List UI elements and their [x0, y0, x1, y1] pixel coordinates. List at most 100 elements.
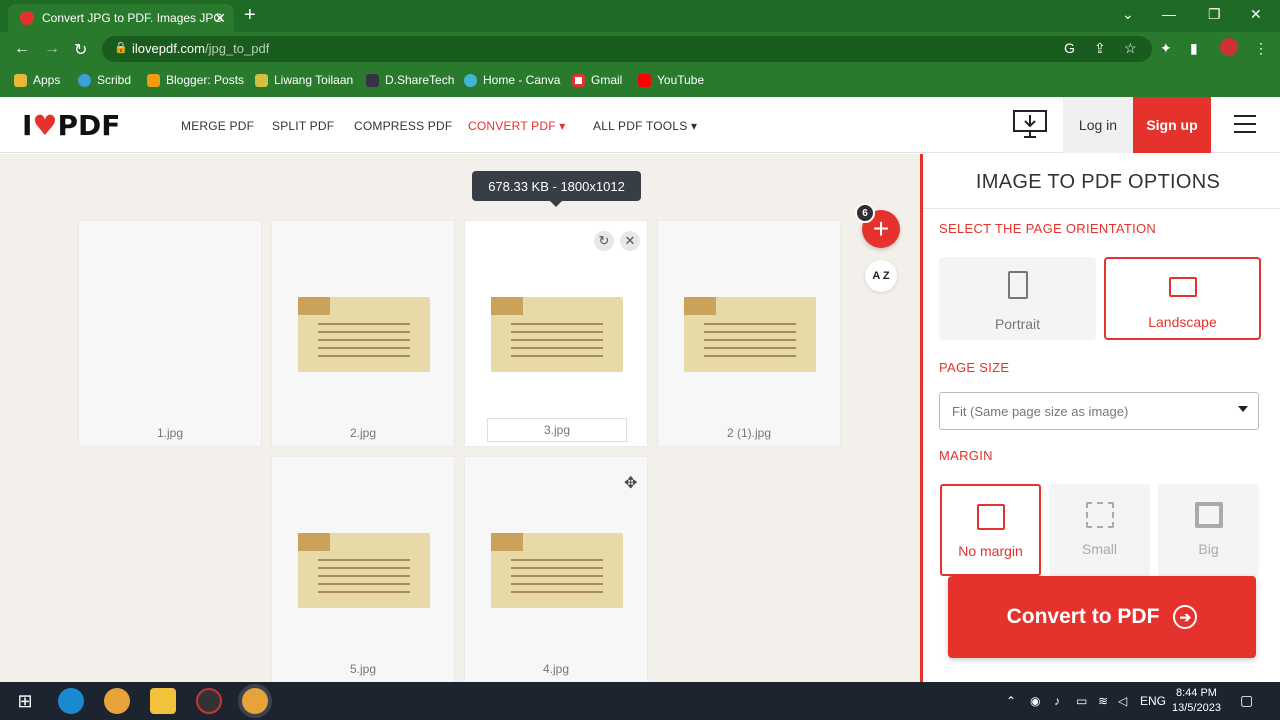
plus-icon: +: [872, 213, 890, 244]
extensions-icon[interactable]: ✦: [1160, 40, 1172, 57]
image-icon: [976, 504, 1005, 530]
back-icon[interactable]: ←: [14, 40, 30, 58]
system-clock[interactable]: 8:44 PM 13/5/2023: [1172, 686, 1221, 716]
window-close-icon[interactable]: ✕: [1250, 6, 1262, 23]
forward-icon[interactable]: →: [44, 40, 60, 58]
login-button[interactable]: Log in: [1063, 97, 1133, 153]
portrait-option[interactable]: Portrait: [939, 257, 1096, 340]
sort-az-icon: A Z: [872, 270, 890, 282]
title-divider: [923, 208, 1280, 209]
volume-icon[interactable]: ◁: [1118, 694, 1127, 708]
bookmark-star-icon[interactable]: ☆: [1124, 40, 1137, 57]
sort-az-button[interactable]: A Z: [865, 260, 897, 292]
landscape-option[interactable]: Landscape: [1104, 257, 1261, 340]
bookmark-canva[interactable]: Home - Canva: [464, 73, 560, 87]
windows-taskbar: ⊞ ⌃ ◉ ♪ ▭ ≋ ◁ ENG 8:44 PM 13/5/2023 ▢: [0, 682, 1280, 720]
pencil-icon: [255, 73, 268, 87]
bookmark-scribd[interactable]: Scribd: [78, 73, 131, 87]
ilovepdf-favicon-icon: [20, 11, 34, 25]
battery-icon[interactable]: ▭: [1076, 694, 1087, 708]
nav-convert-pdf[interactable]: CONVERT PDF ▾: [468, 119, 566, 133]
desktop-app-icon[interactable]: [1012, 109, 1048, 139]
tab-title: Convert JPG to PDF. Images JPG: [42, 11, 223, 25]
signup-button[interactable]: Sign up: [1133, 97, 1211, 153]
tab-search-icon[interactable]: ⌄: [1122, 6, 1134, 23]
notifications-icon[interactable]: ▢: [1240, 692, 1253, 709]
file-card[interactable]: 1.jpg: [78, 220, 1280, 447]
chrome-icon[interactable]: [104, 688, 130, 714]
file-name: 4.jpg: [542, 662, 570, 676]
bookmark-gmail[interactable]: Gmail: [572, 73, 622, 87]
url-path: /jpg_to_pdf: [204, 41, 270, 56]
margin-label: MARGIN: [939, 448, 993, 463]
move-cursor-icon: ✥: [624, 475, 638, 492]
side-panel-icon[interactable]: ▮: [1190, 40, 1198, 57]
minimize-icon[interactable]: —: [1162, 6, 1176, 22]
file-explorer-icon[interactable]: [150, 688, 176, 714]
bookmark-blogger[interactable]: Blogger: Posts: [147, 73, 244, 87]
nav-compress-pdf[interactable]: COMPRESS PDF: [354, 119, 452, 133]
bookmark-dsharetech[interactable]: D.ShareTech: [366, 73, 454, 87]
dropdown-arrow-icon: [1238, 406, 1248, 412]
youtube-icon: [638, 73, 651, 87]
mic-icon[interactable]: ♪: [1054, 694, 1060, 708]
hamburger-menu-icon[interactable]: [1234, 115, 1256, 133]
file-count-badge: 6: [855, 203, 875, 223]
camera-icon[interactable]: ◉: [1030, 694, 1040, 708]
nav-split-pdf[interactable]: SPLIT PDF: [272, 119, 334, 133]
bookmarks-bar: Apps Scribd Blogger: Posts Liwang Toilaa…: [0, 66, 1280, 97]
rotate-icon[interactable]: ↻: [594, 231, 614, 251]
file-card[interactable]: 2 (1).jpg: [657, 220, 841, 447]
file-name: 5.jpg: [349, 662, 377, 676]
file-workspace: 678.33 KB - 1800x1012 1.jpg 2.jpg ↻ ✕ 3.…: [0, 154, 1280, 682]
bookmark-apps[interactable]: Apps: [14, 73, 60, 87]
browser-tab[interactable]: Convert JPG to PDF. Images JPG ✕: [8, 4, 234, 32]
windows-start-icon[interactable]: ⊞: [12, 688, 38, 714]
new-tab-icon[interactable]: +: [244, 5, 256, 25]
canva-icon: [464, 73, 477, 87]
apps-grid-icon: [14, 73, 27, 87]
big-margin-icon: [1194, 502, 1223, 528]
menu-dots-icon[interactable]: ⋮: [1254, 40, 1268, 57]
url-bar[interactable]: 🔒 ilovepdf.com/jpg_to_pdf: [102, 36, 1152, 62]
app-icon[interactable]: [196, 688, 222, 714]
share-icon[interactable]: ⇪: [1094, 40, 1106, 57]
chrome-active-icon[interactable]: [242, 688, 268, 714]
file-card[interactable]: 2.jpg: [271, 220, 455, 447]
restore-icon[interactable]: ❐: [1208, 6, 1221, 23]
portrait-icon: [1007, 271, 1028, 299]
heart-icon: ♥: [32, 109, 58, 142]
bookmark-youtube[interactable]: YouTube: [638, 73, 704, 87]
no-margin-option[interactable]: No margin: [940, 484, 1041, 576]
small-margin-option[interactable]: Small: [1049, 484, 1150, 576]
page-size-select[interactable]: Fit (Same page size as image): [939, 392, 1259, 430]
remove-file-icon[interactable]: ✕: [620, 231, 640, 251]
close-tab-icon[interactable]: ✕: [214, 10, 226, 27]
language-indicator[interactable]: ENG: [1140, 694, 1166, 708]
lock-icon: 🔒: [114, 42, 128, 54]
big-margin-option[interactable]: Big: [1158, 484, 1259, 576]
reload-icon[interactable]: ↻: [74, 40, 87, 60]
nav-all-pdf-tools[interactable]: ALL PDF TOOLS ▾: [593, 119, 697, 133]
tray-expand-icon[interactable]: ⌃: [1006, 694, 1016, 708]
options-sidebar: IMAGE TO PDF OPTIONS SELECT THE PAGE ORI…: [923, 154, 1280, 682]
gmail-icon: [572, 73, 585, 87]
blogger-icon: [147, 73, 160, 87]
convert-to-pdf-button[interactable]: Convert to PDF ➔: [948, 576, 1256, 658]
address-bar-row: ← → ↻ 🔒 ilovepdf.com/jpg_to_pdf G ⇪ ☆ ✦ …: [0, 32, 1280, 66]
file-name: 2.jpg: [349, 426, 377, 440]
file-thumbnail: [298, 533, 430, 608]
file-card[interactable]: 5.jpg: [271, 456, 455, 682]
web-page: I♥PDF MERGE PDF SPLIT PDF COMPRESS PDF C…: [0, 97, 1280, 682]
file-card[interactable]: ↻ ✕ 3.jpg: [464, 220, 648, 447]
bookmark-liwang[interactable]: Liwang Toilaan: [255, 73, 353, 87]
tab-strip: Convert JPG to PDF. Images JPG ✕ + ⌄ — ❐…: [0, 0, 1280, 32]
file-card[interactable]: 4.jpg: [464, 456, 648, 682]
url-host: ilovepdf.com: [132, 41, 205, 56]
wifi-icon[interactable]: ≋: [1098, 694, 1108, 708]
ilovepdf-logo[interactable]: I♥PDF: [22, 109, 120, 142]
edge-icon[interactable]: [58, 688, 84, 714]
profile-avatar[interactable]: [1220, 38, 1238, 56]
nav-merge-pdf[interactable]: MERGE PDF: [181, 119, 254, 133]
google-icon[interactable]: G: [1064, 40, 1075, 56]
